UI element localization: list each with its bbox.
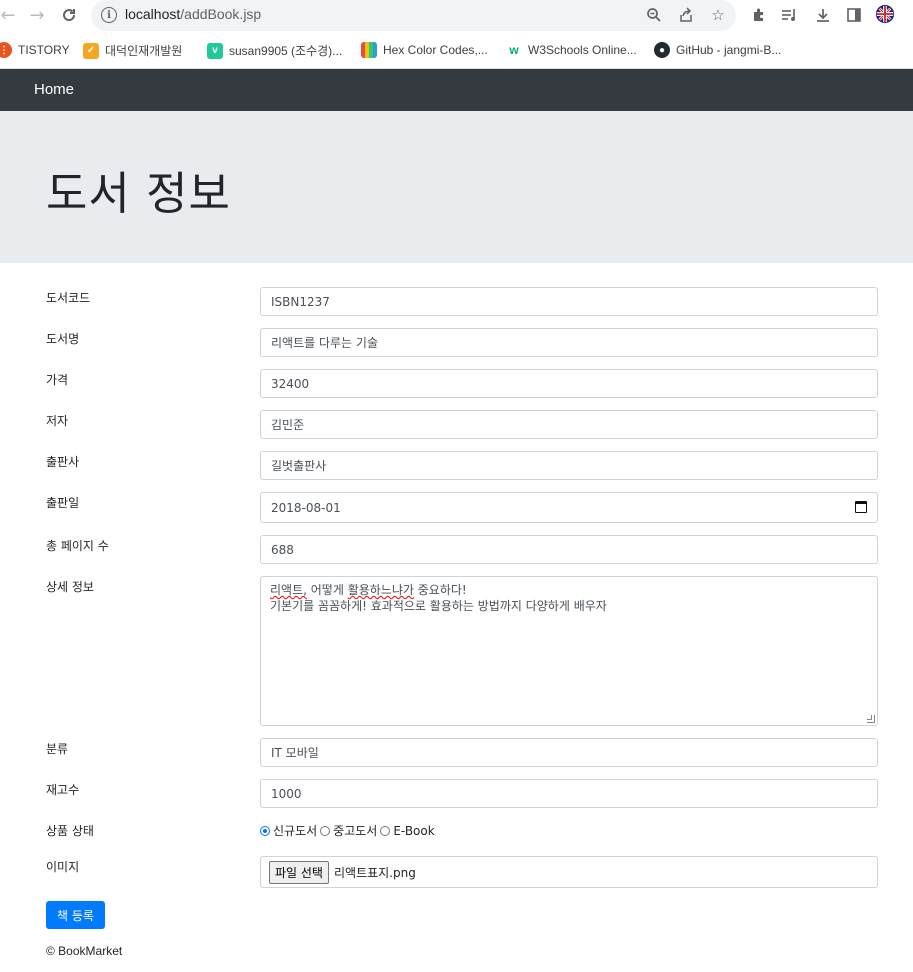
description-text: 활용하느냐가 xyxy=(347,583,414,597)
description-label: 상세 정보 xyxy=(46,580,94,594)
bookmark-label: Hex Color Codes,... xyxy=(383,43,488,57)
description-line-1: 리액트, 어떻게 활용하느냐가 중요하다! xyxy=(270,582,868,598)
price-input[interactable]: 32400 xyxy=(260,369,878,398)
total-pages-label: 총 페이지 수 xyxy=(46,539,109,553)
choose-file-button[interactable]: 파일 선택 xyxy=(269,860,329,884)
stock-label: 재고수 xyxy=(46,783,80,797)
reading-list-icon[interactable] xyxy=(780,5,800,25)
price-label: 가격 xyxy=(46,373,69,387)
extensions-icon[interactable] xyxy=(749,5,769,25)
book-name-input[interactable]: 리액트를 다루는 기술 xyxy=(260,328,878,357)
jumbotron: 도서 정보 xyxy=(0,111,913,263)
bookmark-hexcolor[interactable]: Hex Color Codes,... xyxy=(361,42,488,58)
calendar-icon[interactable] xyxy=(855,501,867,513)
address-bar[interactable]: i localhost/addBook.jsp ☆ xyxy=(91,0,736,31)
hexcolor-icon xyxy=(361,42,377,58)
profile-avatar-icon[interactable] xyxy=(875,4,895,24)
tistory-icon: ⋮ xyxy=(0,42,12,58)
publisher-value: 길벗출판사 xyxy=(271,459,327,473)
publisher-input[interactable]: 길벗출판사 xyxy=(260,451,878,480)
bookmark-github[interactable]: ● GitHub - jangmi-B... xyxy=(654,42,781,58)
velog-icon: v xyxy=(207,42,223,59)
condition-ebook-label: E-Book xyxy=(393,823,435,838)
category-value: IT 모바일 xyxy=(271,746,319,760)
site-navbar: Home xyxy=(0,69,913,111)
condition-radio-group: 신규도서 중고도서 E-Book xyxy=(259,822,435,839)
url-text: localhost/addBook.jsp xyxy=(125,6,262,22)
author-input[interactable]: 김민준 xyxy=(260,410,878,439)
image-label: 이미지 xyxy=(46,860,80,874)
release-date-input[interactable]: 2018-08-01 xyxy=(260,492,878,523)
resize-handle-icon[interactable] xyxy=(867,715,875,723)
download-icon[interactable] xyxy=(813,5,833,25)
stock-value: 1000 xyxy=(271,787,302,801)
bookmarks-bar: ⋮ TISTORY ✓ 대덕인재개발원 v susan9905 (조수경)...… xyxy=(0,32,913,69)
condition-label: 상품 상태 xyxy=(46,824,94,838)
selected-file-name: 리액트표지.png xyxy=(333,865,416,880)
book-name-value: 리액트를 다루는 기술 xyxy=(271,336,378,350)
side-panel-icon[interactable] xyxy=(844,5,864,25)
condition-new-label: 신규도서 xyxy=(273,824,318,838)
stock-input[interactable]: 1000 xyxy=(260,779,878,808)
description-textarea[interactable]: 리액트, 어떻게 활용하느냐가 중요하다! 기본기를 꼼꼼하게! 효과적으로 활… xyxy=(260,576,878,726)
bookmark-w3schools[interactable]: w W3Schools Online... xyxy=(506,42,637,58)
description-text: 어떻게 xyxy=(306,583,348,597)
category-label: 분류 xyxy=(46,742,69,756)
bookmark-ddit[interactable]: ✓ 대덕인재개발원 xyxy=(83,42,182,59)
book-id-label: 도서코드 xyxy=(46,291,91,305)
release-date-value: 2018-08-01 xyxy=(271,501,341,515)
total-pages-value: 688 xyxy=(271,543,294,557)
description-line-2: 기본기를 꼼꼼하게! 효과적으로 활용하는 방법까지 다양하게 배우자 xyxy=(270,599,607,613)
bookmark-tistory[interactable]: ⋮ TISTORY xyxy=(0,42,70,58)
price-value: 32400 xyxy=(271,377,310,391)
bookmark-label: 대덕인재개발원 xyxy=(105,44,183,58)
condition-new-radio[interactable] xyxy=(260,825,270,836)
author-value: 김민준 xyxy=(271,418,305,432)
condition-ebook-radio[interactable] xyxy=(380,825,391,836)
book-id-input[interactable]: ISBN1237 xyxy=(260,287,878,316)
bookmark-velog[interactable]: v susan9905 (조수경)... xyxy=(207,42,342,59)
github-icon: ● xyxy=(654,42,670,58)
bookmark-label: GitHub - jangmi-B... xyxy=(676,43,782,57)
image-file-input: 파일 선택 리액트표지.png xyxy=(260,856,878,888)
zoom-icon[interactable] xyxy=(644,5,664,25)
page-title: 도서 정보 xyxy=(46,167,231,220)
condition-used-radio[interactable] xyxy=(320,825,331,836)
bookmark-label: susan9905 (조수경)... xyxy=(229,44,343,58)
share-icon[interactable] xyxy=(676,5,696,25)
forward-arrow-icon[interactable]: → xyxy=(25,3,49,27)
publisher-label: 출판사 xyxy=(46,455,80,469)
bookmark-label: TISTORY xyxy=(18,43,70,57)
total-pages-input[interactable]: 688 xyxy=(260,535,878,564)
star-icon[interactable]: ☆ xyxy=(708,5,728,25)
browser-toolbar: ← → i localhost/addBook.jsp ☆ xyxy=(0,0,913,32)
home-link[interactable]: Home xyxy=(34,81,74,98)
reload-icon[interactable] xyxy=(57,3,81,27)
description-text: 리액트, xyxy=(270,583,307,597)
release-date-label: 출판일 xyxy=(46,496,80,510)
footer-copyright: © BookMarket xyxy=(46,944,123,958)
book-id-value: ISBN1237 xyxy=(271,295,330,309)
description-text: 중요하다! xyxy=(413,583,467,597)
author-label: 저자 xyxy=(46,414,69,428)
condition-used-label: 중고도서 xyxy=(333,824,378,838)
category-input[interactable]: IT 모바일 xyxy=(260,738,878,767)
ddit-icon: ✓ xyxy=(83,42,99,59)
site-info-icon[interactable]: i xyxy=(101,7,117,23)
w3schools-icon: w xyxy=(509,43,519,57)
register-book-button[interactable]: 책 등록 xyxy=(46,901,105,929)
bookmark-label: W3Schools Online... xyxy=(528,43,637,57)
book-name-label: 도서명 xyxy=(46,332,80,346)
back-arrow-icon[interactable]: ← xyxy=(0,3,20,27)
